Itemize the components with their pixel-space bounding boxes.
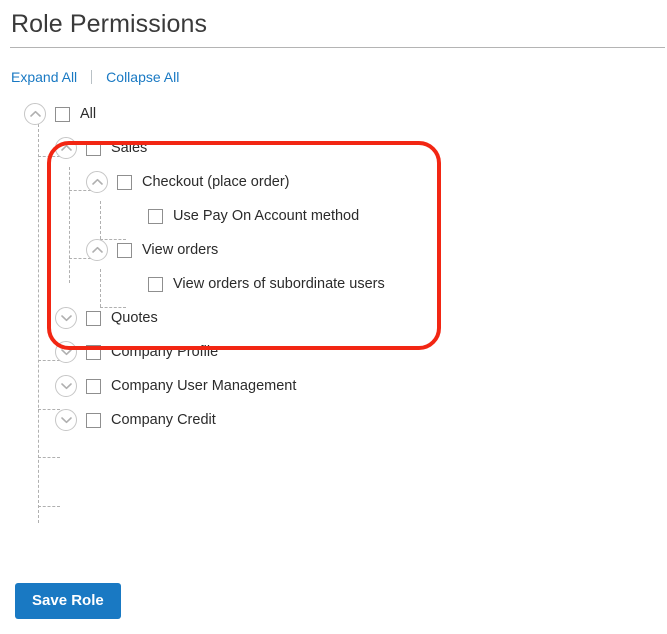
checkbox-sales[interactable]	[86, 140, 101, 156]
checkbox-view-orders-subordinate[interactable]	[148, 276, 163, 292]
save-role-button[interactable]: Save Role	[15, 583, 121, 619]
tree-node-label: Quotes	[111, 310, 158, 326]
checkbox-company-user-management[interactable]	[86, 378, 101, 394]
chevron-down-icon[interactable]	[55, 409, 77, 431]
checkbox-quotes[interactable]	[86, 310, 101, 326]
tree-controls: Expand All Collapse All	[11, 67, 179, 87]
tree-guide-checkout	[100, 201, 101, 239]
chevron-down-icon[interactable]	[55, 375, 77, 397]
tree-guide-h-company-user-management	[38, 457, 60, 458]
checkbox-pay-on-account[interactable]	[148, 208, 163, 224]
tree-guide-h-company-credit	[38, 506, 60, 507]
tree-guide-h-sales	[38, 156, 60, 157]
tree-node-label: Company User Management	[111, 378, 297, 394]
page-title: Role Permissions	[11, 10, 208, 38]
tree-node-label: Company Credit	[111, 412, 216, 428]
chevron-down-icon[interactable]	[55, 307, 77, 329]
tree-guide-h-checkout	[69, 190, 91, 191]
toggle-placeholder	[117, 205, 139, 227]
tree-guide-h-vieworders	[69, 258, 91, 259]
tree-node-label: Company Profile	[111, 344, 219, 360]
chevron-up-icon[interactable]	[86, 171, 108, 193]
tree-guide-view-orders	[100, 269, 101, 307]
tree-guide-trunk	[38, 119, 39, 523]
chevron-up-icon[interactable]	[86, 239, 108, 261]
expand-all-link[interactable]: Expand All	[11, 67, 77, 87]
tree-node-company-credit: Company Credit	[0, 403, 667, 437]
link-separator	[91, 70, 93, 84]
title-divider	[10, 47, 665, 48]
tree-node-company-profile: Company Profile	[0, 335, 667, 369]
toggle-placeholder	[117, 273, 139, 295]
chevron-up-icon[interactable]	[24, 103, 46, 125]
permissions-tree: All Sales Checkout (place order) Use Pay On…	[0, 97, 667, 523]
tree-node-label: Checkout (place order)	[142, 174, 290, 190]
tree-node-label: View orders of subordinate users	[173, 276, 385, 292]
tree-node-sales: Sales	[0, 131, 667, 165]
role-permissions-page: Role Permissions Expand All Collapse All…	[0, 0, 667, 634]
tree-node-all: All	[0, 97, 667, 131]
checkbox-all[interactable]	[55, 106, 70, 122]
tree-guide-h-payonaccount	[100, 239, 126, 240]
tree-node-label: Sales	[111, 140, 148, 156]
chevron-up-icon[interactable]	[55, 137, 77, 159]
checkbox-view-orders[interactable]	[117, 242, 132, 258]
tree-guide-sales	[69, 167, 70, 283]
tree-rows: All Sales Checkout (place order) Use Pay On…	[0, 97, 667, 437]
tree-node-label: Use Pay On Account method	[173, 208, 360, 224]
tree-guide-h-subordinate	[100, 307, 126, 308]
tree-node-label: All	[80, 106, 97, 122]
checkbox-company-profile[interactable]	[86, 344, 101, 360]
tree-node-checkout: Checkout (place order)	[0, 165, 667, 199]
collapse-all-link[interactable]: Collapse All	[106, 67, 179, 87]
tree-node-label: View orders	[142, 242, 219, 258]
chevron-down-icon[interactable]	[55, 341, 77, 363]
tree-guide-h-company-profile	[38, 409, 60, 410]
checkbox-checkout[interactable]	[117, 174, 132, 190]
checkbox-company-credit[interactable]	[86, 412, 101, 428]
tree-guide-h-quotes	[38, 360, 60, 361]
tree-node-company-user-management: Company User Management	[0, 369, 667, 403]
